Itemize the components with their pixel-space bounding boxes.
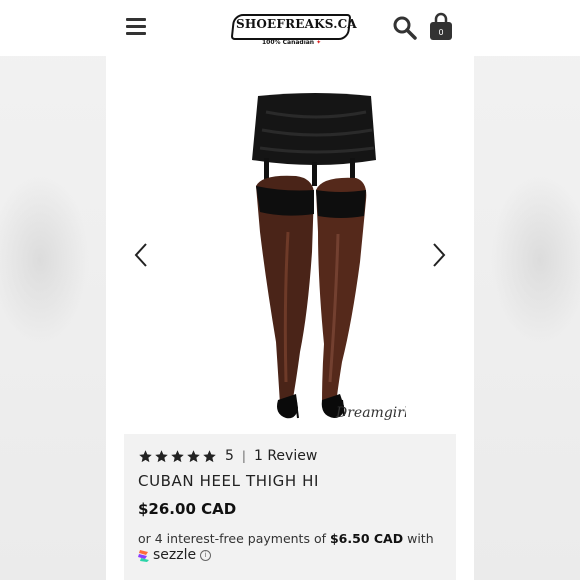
rating-score: 5 [225,448,234,464]
product-rating: 5 | 1 Review [138,447,317,465]
product-info-panel: 5 | 1 Review CUBAN HEEL THIGH HI $26.00 … [124,434,456,580]
shopping-bag-icon[interactable]: 0 [428,12,454,42]
star-icon [139,449,152,462]
product-title: CUBAN HEEL THIGH HI [138,472,319,490]
sezzle-badge[interactable]: sezzle i [138,547,212,563]
star-icon [187,449,200,462]
maple-leaf-icon: ✦ [316,39,322,46]
star-icon [155,449,168,462]
search-icon[interactable] [392,15,418,41]
brand-watermark: Dreamgirl [335,405,406,421]
installment-message: or 4 interest-free payments of $6.50 CAD… [138,531,448,547]
sezzle-logo-icon [138,549,149,562]
next-image-arrow-icon[interactable] [426,240,450,270]
installment-amount: $6.50 CAD [329,531,404,546]
logo-text: SHOEFREAKS.CA [236,17,357,31]
star-rating [138,449,217,464]
star-icon [171,449,184,462]
top-navigation-bar: SHOEFREAKS.CA 100% Canadian ✦ 0 [0,0,580,56]
reviews-link[interactable]: 1 Review [254,448,317,464]
store-logo[interactable]: SHOEFREAKS.CA 100% Canadian ✦ [226,4,357,50]
info-icon[interactable]: i [200,549,212,561]
star-icon [203,449,216,462]
previous-image-arrow-icon[interactable] [130,240,154,270]
rating-divider: | [241,449,246,463]
logo-subtext: 100% Canadian ✦ [262,39,322,46]
product-image: Dreamgirl [252,93,406,421]
installment-suffix: with [407,531,434,546]
product-image-carousel: Dreamgirl [106,72,474,432]
sezzle-label: sezzle [153,547,197,563]
cart-count: 0 [438,28,444,37]
installment-prefix: or 4 interest-free payments of [138,531,326,546]
product-price: $26.00 CAD [138,500,237,518]
hamburger-menu-icon[interactable] [126,16,148,36]
